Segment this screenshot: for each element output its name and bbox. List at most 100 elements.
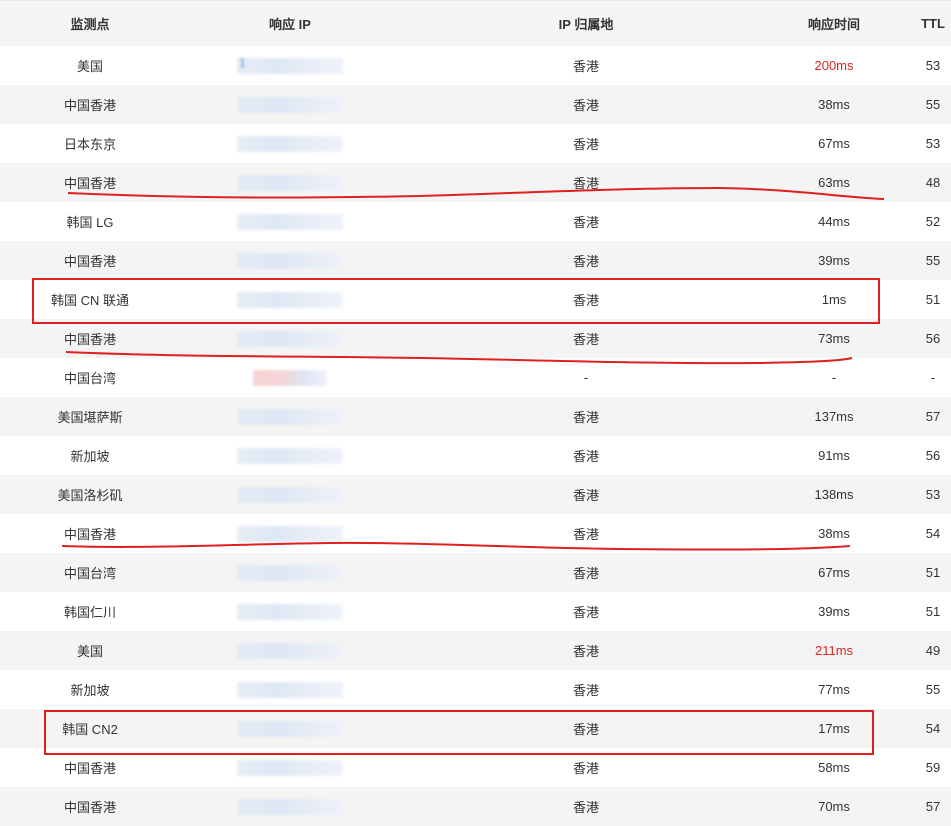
ip-cell[interactable] [230, 748, 350, 787]
table-row[interactable]: 中国香港 香港 58ms 59 [0, 748, 951, 787]
ttl-cell: 53 [925, 58, 941, 73]
location-cell: 中国香港 [63, 800, 116, 815]
redacted-ip [237, 252, 343, 269]
column-header-time[interactable]: 响应时间 [774, 1, 894, 46]
ttl-cell: 51 [925, 604, 941, 619]
geo-cell: 香港 [572, 644, 599, 659]
response-time-cell: 38ms [818, 97, 850, 112]
ip-cell[interactable] [230, 670, 350, 709]
redacted-ip [237, 213, 343, 230]
ip-cell[interactable] [230, 553, 350, 592]
response-time-cell: 39ms [818, 253, 850, 268]
ip-cell[interactable] [230, 85, 350, 124]
ttl-cell: 53 [925, 487, 941, 502]
column-header-location[interactable]: 监测点 [30, 1, 150, 46]
ip-cell[interactable] [230, 163, 350, 202]
ttl-cell: 54 [925, 721, 941, 736]
geo-cell: 香港 [572, 488, 599, 503]
redacted-ip [253, 369, 327, 386]
location-cell: 日本东京 [63, 137, 116, 152]
ip-cell[interactable] [230, 397, 350, 436]
table-row[interactable]: 日本东京 香港 67ms 53 [0, 124, 951, 163]
table-row[interactable]: 新加坡 香港 91ms 56 [0, 436, 951, 475]
table-row[interactable]: 中国台湾 - - - [0, 358, 951, 397]
ttl-cell: 54 [925, 526, 941, 541]
redacted-ip [237, 291, 343, 308]
ip-cell[interactable] [230, 475, 350, 514]
location-cell: 美国 [76, 644, 103, 659]
geo-cell: 香港 [572, 527, 599, 542]
table-row[interactable]: 韩国 CN 联通 香港 1ms 51 [0, 280, 951, 319]
location-cell: 中国香港 [63, 527, 116, 542]
table-body: 美国 1 香港 200ms 53 中国香港 香港 38ms 55 日本东京 香港 67ms 53 中国香港… [0, 46, 951, 826]
location-cell: 中国台湾 [63, 371, 116, 386]
redacted-ip [237, 135, 343, 152]
redacted-ip [237, 681, 343, 698]
response-time-cell: 67ms [818, 136, 850, 151]
ttl-cell: 52 [925, 214, 941, 229]
table-row[interactable]: 韩国 LG 香港 44ms 52 [0, 202, 951, 241]
ip-cell[interactable] [230, 787, 350, 826]
ip-cell[interactable]: 1 [230, 46, 350, 85]
ttl-cell: 48 [925, 175, 941, 190]
ip-cell[interactable] [230, 241, 350, 280]
response-time-cell: 38ms [818, 526, 850, 541]
response-time-cell: 211ms [814, 643, 854, 658]
ip-cell[interactable] [230, 709, 350, 748]
table-row[interactable]: 中国香港 香港 39ms 55 [0, 241, 951, 280]
table-row[interactable]: 中国香港 香港 38ms 54 [0, 514, 951, 553]
ping-results-table: 监测点 响应 IP IP 归属地 响应时间 TTL 美国 1 香港 200ms 53 中国… [0, 0, 951, 826]
ip-cell[interactable] [230, 202, 350, 241]
ip-cell[interactable] [230, 514, 350, 553]
ttl-cell: 51 [925, 292, 941, 307]
response-time-cell: 1ms [821, 292, 847, 307]
table-header: 监测点 响应 IP IP 归属地 响应时间 TTL [0, 0, 951, 46]
geo-cell: 香港 [572, 59, 599, 74]
ip-cell[interactable] [230, 436, 350, 475]
location-cell: 中国香港 [63, 254, 116, 269]
ip-cell[interactable] [230, 124, 350, 163]
location-cell: 新加坡 [70, 683, 110, 698]
redacted-ip [237, 798, 343, 815]
table-row[interactable]: 新加坡 香港 77ms 55 [0, 670, 951, 709]
ip-cell[interactable] [230, 280, 350, 319]
table-row[interactable]: 中国香港 香港 70ms 57 [0, 787, 951, 826]
table-row[interactable]: 中国香港 香港 63ms 48 [0, 163, 951, 202]
location-cell: 美国 [76, 59, 103, 74]
geo-cell: 香港 [572, 254, 599, 269]
response-time-cell: 137ms [814, 409, 854, 424]
column-header-ttl[interactable]: TTL [908, 1, 951, 46]
table-row[interactable]: 美国 香港 211ms 49 [0, 631, 951, 670]
ip-cell[interactable] [230, 358, 350, 397]
ip-cell[interactable] [230, 592, 350, 631]
location-cell: 中国香港 [63, 98, 116, 113]
table-row[interactable]: 韩国 CN2 香港 17ms 54 [0, 709, 951, 748]
table-row[interactable]: 美国 1 香港 200ms 53 [0, 46, 951, 85]
ip-cell[interactable] [230, 631, 350, 670]
ttl-cell: 56 [925, 448, 941, 463]
geo-cell: 香港 [572, 683, 599, 698]
response-time-cell: 58ms [818, 760, 850, 775]
table-row[interactable]: 中国台湾 香港 67ms 51 [0, 553, 951, 592]
table-row[interactable]: 中国香港 香港 73ms 56 [0, 319, 951, 358]
redacted-ip [237, 564, 343, 581]
column-header-ip[interactable]: 响应 IP [230, 1, 350, 46]
location-cell: 韩国仁川 [63, 605, 116, 620]
redacted-ip [237, 642, 343, 659]
table-row[interactable]: 韩国仁川 香港 39ms 51 [0, 592, 951, 631]
redacted-ip [237, 720, 343, 737]
geo-cell: 香港 [572, 722, 599, 737]
ip-cell[interactable] [230, 319, 350, 358]
location-cell: 韩国 CN2 [62, 722, 118, 737]
response-time-cell: 63ms [818, 175, 850, 190]
geo-cell: - [583, 370, 589, 385]
ip-fragment: 1 [239, 55, 246, 70]
redacted-ip [237, 759, 343, 776]
table-row[interactable]: 美国洛杉矶 香港 138ms 53 [0, 475, 951, 514]
table-row[interactable]: 中国香港 香港 38ms 55 [0, 85, 951, 124]
ttl-cell: 53 [925, 136, 941, 151]
redacted-ip [237, 408, 343, 425]
column-header-geo[interactable]: IP 归属地 [526, 1, 646, 46]
response-time-cell: 44ms [818, 214, 850, 229]
table-row[interactable]: 美国堪萨斯 香港 137ms 57 [0, 397, 951, 436]
